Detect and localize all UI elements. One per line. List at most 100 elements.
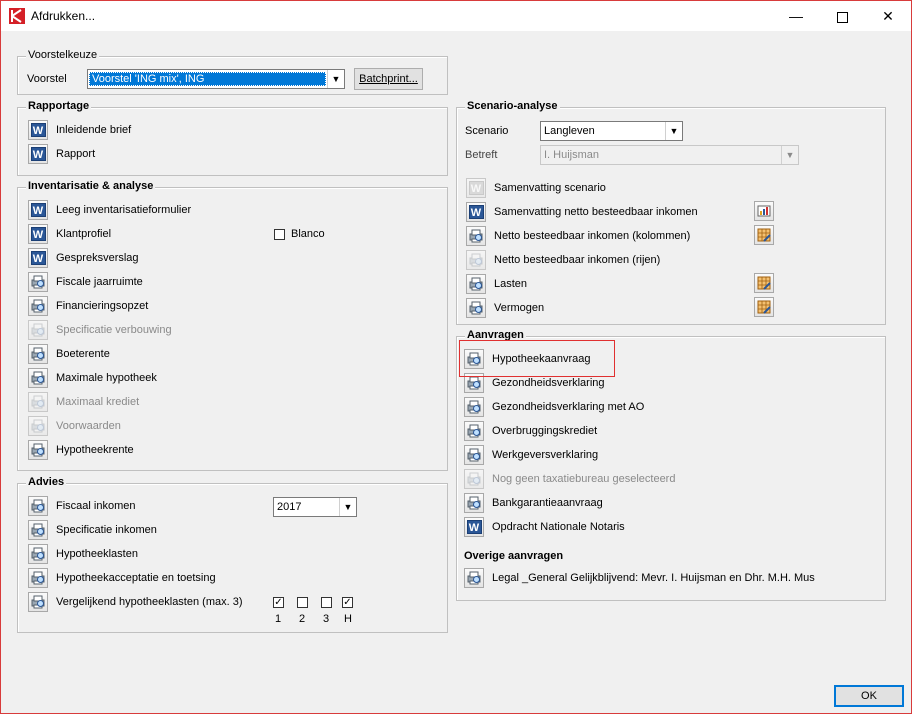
print-preview-icon — [31, 299, 45, 313]
scenario-item-button[interactable]: W — [466, 178, 486, 198]
scenario-item: Netto besteedbaar inkomen (kolommen) — [466, 225, 690, 247]
advies-item: Hypotheekacceptatie en toetsing — [28, 567, 216, 589]
inventarisatie-item-button[interactable] — [28, 296, 48, 316]
vermogen-settings-button[interactable] — [754, 297, 774, 317]
scenario-item: Lasten — [466, 273, 527, 295]
print-preview-icon — [31, 371, 45, 385]
inventarisatie-item: Maximale hypotheek — [28, 367, 157, 389]
inventarisatie-item-button[interactable] — [28, 272, 48, 292]
inventarisatie-item-button[interactable]: W — [28, 248, 48, 268]
aanvragen-item-button[interactable] — [464, 397, 484, 417]
chevron-down-icon[interactable]: ▼ — [327, 70, 344, 88]
ok-button[interactable]: OK — [834, 685, 904, 707]
advies-item-label: Specificatie inkomen — [56, 524, 157, 536]
scenario-item: W Samenvatting netto besteedbaar inkomen — [466, 201, 698, 223]
advies-item-button[interactable] — [28, 520, 48, 540]
aanvragen-item-button[interactable] — [464, 421, 484, 441]
maximize-button[interactable] — [819, 1, 865, 31]
scenario-item-button[interactable]: W — [466, 202, 486, 222]
aanvragen-item-button[interactable] — [464, 493, 484, 513]
aanvragen-item-button[interactable] — [464, 445, 484, 465]
voorstel-value: Voorstel 'ING mix', ING — [89, 72, 326, 86]
scenario-select[interactable]: Langleven ▼ — [540, 121, 683, 141]
chevron-down-icon[interactable]: ▼ — [339, 498, 356, 516]
lasten-settings-button[interactable] — [754, 273, 774, 293]
inventarisatie-item-label: Gespreksverslag — [56, 252, 139, 264]
maximize-icon — [836, 11, 848, 23]
inventarisatie-item: W Klantprofiel — [28, 223, 111, 245]
batchprint-label: Batchprint... — [359, 73, 418, 85]
chart-settings-button[interactable] — [754, 201, 774, 221]
print-preview-icon — [31, 395, 45, 409]
compare-checkbox-label: 1 — [275, 613, 282, 625]
advies-item-label: Fiscaal inkomen — [56, 500, 136, 512]
inventarisatie-item-button[interactable] — [28, 440, 48, 460]
compare-checkbox[interactable]: ✓ — [342, 597, 353, 608]
aanvragen-item: Overbruggingskrediet — [464, 420, 597, 442]
advies-legend: Advies — [26, 476, 67, 488]
print-preview-icon — [467, 424, 481, 438]
voorstel-select[interactable]: Voorstel 'ING mix', ING ▼ — [87, 69, 345, 89]
print-preview-icon — [467, 496, 481, 510]
scenario-label: Scenario — [465, 125, 509, 137]
inventarisatie-item-button — [28, 416, 48, 436]
checkmark-icon: ✓ — [343, 597, 352, 608]
chevron-down-icon[interactable]: ▼ — [665, 122, 682, 140]
print-dialog: Afdrukken... — ✕ Voorstelkeuze Voorstel … — [0, 0, 912, 714]
print-preview-icon — [31, 499, 45, 513]
scenario-item-label: Samenvatting netto besteedbaar inkomen — [494, 206, 698, 218]
print-preview-icon — [469, 253, 483, 267]
advies-item-button[interactable] — [28, 496, 48, 516]
scenario-item-button[interactable] — [466, 250, 486, 270]
inventarisatie-item-button[interactable] — [28, 344, 48, 364]
close-button[interactable]: ✕ — [865, 1, 911, 31]
print-preview-icon — [467, 400, 481, 414]
table-config-icon — [757, 228, 771, 242]
inventarisatie-item-label: Voorwaarden — [56, 420, 121, 432]
compare-checkbox[interactable] — [297, 597, 308, 608]
word-icon: W — [30, 227, 46, 241]
rapportage-item: W Rapport — [28, 143, 95, 165]
aanvragen-item-button[interactable]: W — [464, 517, 484, 537]
inventarisatie-item: Voorwaarden — [28, 415, 121, 437]
inleidende-brief-button[interactable]: W — [28, 120, 48, 140]
scenario-item-button[interactable] — [466, 274, 486, 294]
inventarisatie-item: Hypotheekrente — [28, 439, 134, 461]
advies-item: Specificatie inkomen — [28, 519, 157, 541]
inventarisatie-item-button[interactable] — [28, 368, 48, 388]
inventarisatie-item-button[interactable]: W — [28, 200, 48, 220]
advies-item-button[interactable] — [28, 568, 48, 588]
inventarisatie-item: Financieringsopzet — [28, 295, 148, 317]
minimize-button[interactable]: — — [773, 1, 819, 31]
scenario-value: Langleven — [544, 125, 595, 137]
close-icon: ✕ — [882, 8, 894, 24]
advies-item-button[interactable] — [28, 592, 48, 612]
highlight-box — [459, 340, 615, 377]
scenario-item-button[interactable] — [466, 226, 486, 246]
scenario-legend: Scenario-analyse — [465, 100, 560, 112]
inventarisatie-item-label: Hypotheekrente — [56, 444, 134, 456]
year-select[interactable]: 2017 ▼ — [273, 497, 357, 517]
blanco-checkbox[interactable] — [274, 229, 285, 240]
print-preview-icon — [31, 443, 45, 457]
compare-checkbox-label: 2 — [299, 613, 306, 625]
print-preview-icon — [467, 472, 481, 486]
rapport-button[interactable]: W — [28, 144, 48, 164]
inventarisatie-item-button — [28, 320, 48, 340]
betreft-label: Betreft — [465, 149, 498, 161]
scenario-item-label: Samenvatting scenario — [494, 182, 606, 194]
inventarisatie-item-button — [28, 392, 48, 412]
scenario-item-button[interactable] — [466, 298, 486, 318]
advies-item-button[interactable] — [28, 544, 48, 564]
advies-item: Hypotheeklasten — [28, 543, 138, 565]
advies-item: Fiscaal inkomen — [28, 495, 135, 517]
compare-checkbox[interactable] — [321, 597, 332, 608]
kolommen-settings-button[interactable] — [754, 225, 774, 245]
inventarisatie-item-button[interactable]: W — [28, 224, 48, 244]
overige-print-button[interactable] — [464, 568, 484, 588]
inventarisatie-item: W Gespreksverslag — [28, 247, 139, 269]
batchprint-button[interactable]: Batchprint... — [354, 68, 423, 90]
scenario-item-label: Netto besteedbaar inkomen (kolommen) — [494, 230, 691, 242]
compare-checkbox[interactable]: ✓ — [273, 597, 284, 608]
checkmark-icon: ✓ — [274, 597, 283, 608]
